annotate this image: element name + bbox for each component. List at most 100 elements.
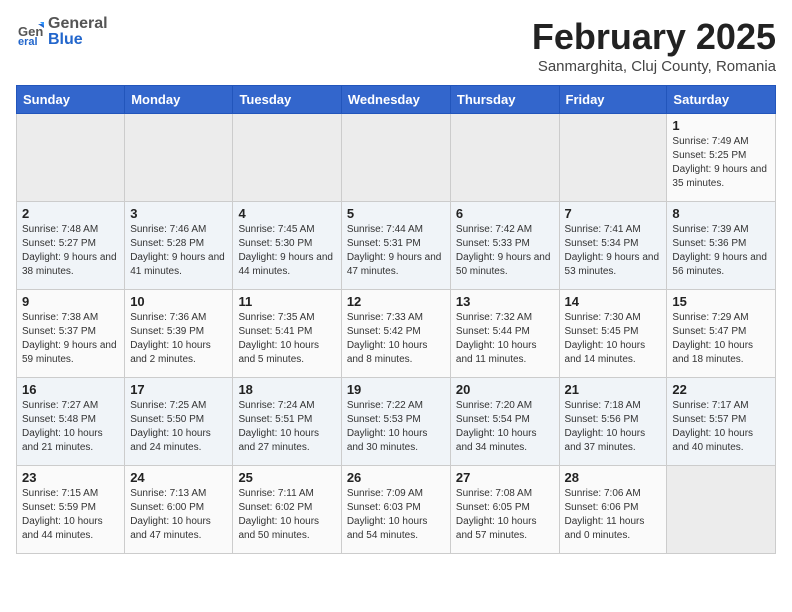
calendar-cell: 17 Sunrise: 7:25 AM Sunset: 5:50 PM Dayli… [125,378,233,466]
calendar-cell [450,114,559,202]
day-info: Sunrise: 7:22 AM Sunset: 5:53 PM Dayligh… [347,399,445,455]
day-info: Sunrise: 7:39 AM Sunset: 5:36 PM Dayligh… [672,223,770,279]
page-header: Gen eral General Blue February 2025 Sanm… [16,16,776,75]
day-info: Sunrise: 7:20 AM Sunset: 5:54 PM Dayligh… [456,399,554,455]
logo: Gen eral General Blue [16,16,108,48]
calendar-cell [341,114,450,202]
calendar-cell: 23 Sunrise: 7:15 AM Sunset: 5:59 PM Dayli… [17,466,125,554]
calendar-cell [559,114,667,202]
calendar-cell: 1 Sunrise: 7:49 AM Sunset: 5:25 PM Daylig… [667,114,776,202]
calendar-cell: 11Sunrise: 7:35 AM Sunset: 5:41 PM Dayli… [233,290,341,378]
day-info: Sunrise: 7:08 AM Sunset: 6:05 PM Dayligh… [456,487,554,543]
location: Sanmarghita, Cluj County, Romania [532,58,776,75]
day-number: 4 [238,206,335,221]
day-number: 21 [565,382,662,397]
calendar-table: SundayMondayTuesdayWednesdayThursdayFrid… [16,85,776,554]
calendar-cell: 15 Sunrise: 7:29 AM Sunset: 5:47 PM Dayli… [667,290,776,378]
day-number: 8 [672,206,770,221]
calendar-week-row: 1 Sunrise: 7:49 AM Sunset: 5:25 PM Daylig… [17,114,776,202]
day-info: Sunrise: 7:06 AM Sunset: 6:06 PM Dayligh… [565,487,662,543]
weekday-header-thursday: Thursday [450,86,559,114]
weekday-header-row: SundayMondayTuesdayWednesdayThursdayFrid… [17,86,776,114]
calendar-cell: 5 Sunrise: 7:44 AM Sunset: 5:31 PM Daylig… [341,202,450,290]
day-info: Sunrise: 7:42 AM Sunset: 5:33 PM Dayligh… [456,223,554,279]
day-info: Sunrise: 7:13 AM Sunset: 6:00 PM Dayligh… [130,487,227,543]
calendar-week-row: 2 Sunrise: 7:48 AM Sunset: 5:27 PM Daylig… [17,202,776,290]
day-number: 26 [347,470,445,485]
calendar-cell: 7 Sunrise: 7:41 AM Sunset: 5:34 PM Daylig… [559,202,667,290]
month-title: February 2025 [532,16,776,58]
calendar-cell: 27Sunrise: 7:08 AM Sunset: 6:05 PM Dayli… [450,466,559,554]
day-number: 28 [565,470,662,485]
day-number: 11 [238,294,335,309]
calendar-cell: 22Sunrise: 7:17 AM Sunset: 5:57 PM Dayli… [667,378,776,466]
logo-text: General Blue [48,16,108,48]
day-info: Sunrise: 7:15 AM Sunset: 5:59 PM Dayligh… [22,487,119,543]
calendar-cell: 20 Sunrise: 7:20 AM Sunset: 5:54 PM Dayli… [450,378,559,466]
day-info: Sunrise: 7:38 AM Sunset: 5:37 PM Dayligh… [22,311,119,367]
calendar-cell: 24 Sunrise: 7:13 AM Sunset: 6:00 PM Dayli… [125,466,233,554]
day-number: 3 [130,206,227,221]
day-info: Sunrise: 7:29 AM Sunset: 5:47 PM Dayligh… [672,311,770,367]
day-number: 10 [130,294,227,309]
calendar-cell: 19Sunrise: 7:22 AM Sunset: 5:53 PM Dayli… [341,378,450,466]
logo-icon: Gen eral [16,18,44,46]
day-info: Sunrise: 7:41 AM Sunset: 5:34 PM Dayligh… [565,223,662,279]
day-number: 12 [347,294,445,309]
day-info: Sunrise: 7:24 AM Sunset: 5:51 PM Dayligh… [238,399,335,455]
calendar-cell: 28 Sunrise: 7:06 AM Sunset: 6:06 PM Dayli… [559,466,667,554]
day-info: Sunrise: 7:09 AM Sunset: 6:03 PM Dayligh… [347,487,445,543]
day-number: 6 [456,206,554,221]
day-info: Sunrise: 7:25 AM Sunset: 5:50 PM Dayligh… [130,399,227,455]
calendar-cell: 10 Sunrise: 7:36 AM Sunset: 5:39 PM Dayli… [125,290,233,378]
day-number: 13 [456,294,554,309]
day-info: Sunrise: 7:48 AM Sunset: 5:27 PM Dayligh… [22,223,119,279]
calendar-cell: 8 Sunrise: 7:39 AM Sunset: 5:36 PM Daylig… [667,202,776,290]
day-info: Sunrise: 7:36 AM Sunset: 5:39 PM Dayligh… [130,311,227,367]
calendar-cell [17,114,125,202]
weekday-header-wednesday: Wednesday [341,86,450,114]
calendar-cell [667,466,776,554]
weekday-header-friday: Friday [559,86,667,114]
calendar-cell: 3 Sunrise: 7:46 AM Sunset: 5:28 PM Daylig… [125,202,233,290]
calendar-cell: 18Sunrise: 7:24 AM Sunset: 5:51 PM Dayli… [233,378,341,466]
day-number: 16 [22,382,119,397]
day-info: Sunrise: 7:27 AM Sunset: 5:48 PM Dayligh… [22,399,119,455]
day-number: 7 [565,206,662,221]
day-number: 2 [22,206,119,221]
day-number: 20 [456,382,554,397]
calendar-cell: 9 Sunrise: 7:38 AM Sunset: 5:37 PM Daylig… [17,290,125,378]
calendar-week-row: 9 Sunrise: 7:38 AM Sunset: 5:37 PM Daylig… [17,290,776,378]
day-number: 5 [347,206,445,221]
day-number: 1 [672,118,770,133]
title-block: February 2025 Sanmarghita, Cluj County, … [532,16,776,75]
calendar-cell [233,114,341,202]
day-number: 15 [672,294,770,309]
calendar-cell: 25 Sunrise: 7:11 AM Sunset: 6:02 PM Dayli… [233,466,341,554]
day-info: Sunrise: 7:44 AM Sunset: 5:31 PM Dayligh… [347,223,445,279]
logo-blue: Blue [48,32,108,48]
day-number: 17 [130,382,227,397]
day-number: 24 [130,470,227,485]
calendar-cell: 4 Sunrise: 7:45 AM Sunset: 5:30 PM Daylig… [233,202,341,290]
day-info: Sunrise: 7:11 AM Sunset: 6:02 PM Dayligh… [238,487,335,543]
calendar-cell: 13 Sunrise: 7:32 AM Sunset: 5:44 PM Dayli… [450,290,559,378]
day-info: Sunrise: 7:49 AM Sunset: 5:25 PM Dayligh… [672,135,770,191]
day-info: Sunrise: 7:32 AM Sunset: 5:44 PM Dayligh… [456,311,554,367]
svg-text:eral: eral [18,36,38,46]
day-info: Sunrise: 7:45 AM Sunset: 5:30 PM Dayligh… [238,223,335,279]
day-number: 22 [672,382,770,397]
weekday-header-tuesday: Tuesday [233,86,341,114]
day-number: 9 [22,294,119,309]
day-number: 23 [22,470,119,485]
calendar-cell: 12 Sunrise: 7:33 AM Sunset: 5:42 PM Dayli… [341,290,450,378]
calendar-cell: 2 Sunrise: 7:48 AM Sunset: 5:27 PM Daylig… [17,202,125,290]
calendar-cell [125,114,233,202]
calendar-cell: 6 Sunrise: 7:42 AM Sunset: 5:33 PM Daylig… [450,202,559,290]
day-info: Sunrise: 7:33 AM Sunset: 5:42 PM Dayligh… [347,311,445,367]
day-info: Sunrise: 7:30 AM Sunset: 5:45 PM Dayligh… [565,311,662,367]
calendar-cell: 14Sunrise: 7:30 AM Sunset: 5:45 PM Dayli… [559,290,667,378]
day-number: 25 [238,470,335,485]
day-info: Sunrise: 7:46 AM Sunset: 5:28 PM Dayligh… [130,223,227,279]
calendar-week-row: 16 Sunrise: 7:27 AM Sunset: 5:48 PM Dayli… [17,378,776,466]
